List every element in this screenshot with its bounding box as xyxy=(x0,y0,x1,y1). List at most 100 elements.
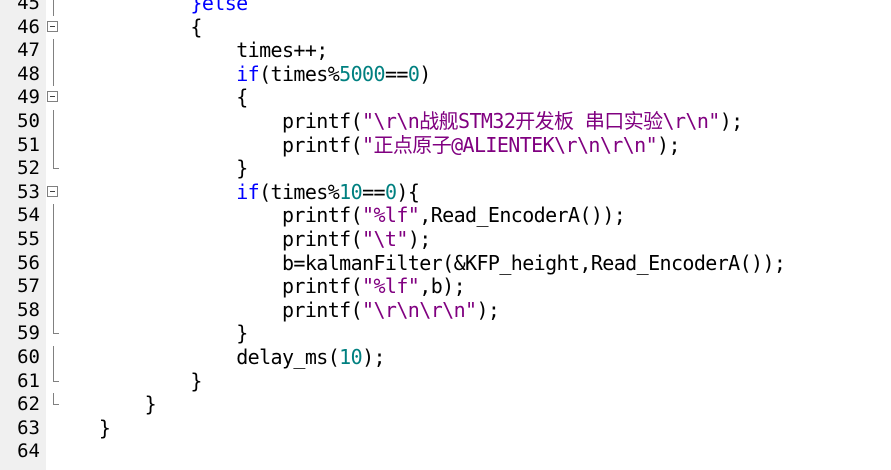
code-token: } xyxy=(144,392,157,417)
code-text[interactable]: printf("%lf",Read_EncoderA()); xyxy=(76,203,626,228)
code-line[interactable]: 55 printf("\t"); xyxy=(0,227,891,252)
fold-collapse-icon[interactable] xyxy=(47,185,58,197)
fold-end-marker xyxy=(53,333,59,335)
code-line[interactable]: 64 xyxy=(0,440,891,464)
code-token: printf( xyxy=(281,297,363,322)
fold-end-marker xyxy=(53,168,59,170)
line-number: 47 xyxy=(17,39,40,62)
string-token: "%lf" xyxy=(362,203,420,228)
line-number: 56 xyxy=(17,251,40,274)
fold-end-marker xyxy=(53,380,59,382)
code-token: { xyxy=(190,14,202,39)
fold-collapse-icon[interactable] xyxy=(47,20,58,32)
code-text[interactable]: printf("\r\n\r\n"); xyxy=(76,297,500,323)
code-text[interactable]: printf("正点原子@ALIENTEK\r\n\r\n"); xyxy=(76,132,681,158)
code-token: ); xyxy=(657,132,680,157)
code-line[interactable]: 47 times++; xyxy=(0,38,891,63)
code-line[interactable]: 50 printf("\r\n战舰STM32开发板 串口实验\r\n"); xyxy=(0,109,891,134)
keyword-token: if xyxy=(236,179,260,204)
code-text[interactable]: { xyxy=(76,86,248,110)
code-text[interactable]: { xyxy=(76,14,202,40)
code-line[interactable]: 49 { xyxy=(0,86,891,110)
code-text[interactable]: printf("\t"); xyxy=(76,227,431,252)
code-token: printf( xyxy=(281,132,363,157)
code-token: ); xyxy=(476,297,500,322)
code-text[interactable]: delay_ms(10); xyxy=(76,345,385,370)
code-line[interactable]: 51 printf("正点原子@ALIENTEK\r\n\r\n"); xyxy=(0,132,891,158)
code-text[interactable]: } xyxy=(76,322,248,346)
code-token: { xyxy=(236,85,248,110)
fold-guide-line xyxy=(53,62,54,87)
number-token: 10 xyxy=(339,179,363,204)
line-number: 52 xyxy=(17,157,40,180)
code-token: } xyxy=(236,321,248,346)
fold-guide-line xyxy=(53,275,54,299)
code-line[interactable]: 48 if(times%5000==0) xyxy=(0,61,891,87)
code-text[interactable]: } xyxy=(76,368,202,394)
code-line[interactable]: 56 b=kalmanFilter(&KFP_height,Read_Encod… xyxy=(0,251,891,276)
code-line[interactable]: 63 } xyxy=(0,416,891,441)
line-number: 45 xyxy=(17,0,40,14)
code-text[interactable]: printf("\r\n战舰STM32开发板 串口实验\r\n"); xyxy=(76,109,743,134)
code-text[interactable]: } xyxy=(76,392,157,417)
code-text[interactable]: if(times%5000==0) xyxy=(76,61,431,87)
code-line[interactable]: 54 printf("%lf",Read_EncoderA()); xyxy=(0,204,891,228)
code-text[interactable]: if(times%10==0){ xyxy=(76,179,420,205)
code-line[interactable]: 58 printf("\r\n\r\n"); xyxy=(0,297,891,323)
fold-guide-line xyxy=(53,133,54,158)
code-token: } xyxy=(236,156,248,181)
code-line[interactable]: 61 } xyxy=(0,368,891,394)
code-text[interactable]: }else xyxy=(76,0,248,16)
keyword-token: }else xyxy=(190,0,248,15)
code-token: printf( xyxy=(281,227,363,251)
line-number: 51 xyxy=(17,133,40,156)
code-token: ); xyxy=(719,109,743,133)
code-text[interactable]: b=kalmanFilter(&KFP_height,Read_EncoderA… xyxy=(76,251,786,276)
fold-guide-line xyxy=(53,251,54,276)
string-token: "%lf" xyxy=(362,274,420,299)
line-number: 61 xyxy=(17,369,40,392)
code-text[interactable]: printf("%lf",b); xyxy=(76,274,466,299)
line-number: 60 xyxy=(17,346,40,368)
line-number: 48 xyxy=(17,62,40,85)
code-line[interactable]: 62 } xyxy=(0,392,891,417)
fold-guide-line xyxy=(53,39,54,63)
number-token: 5000 xyxy=(339,61,385,86)
number-token: 0 xyxy=(384,179,397,204)
code-line[interactable]: 59 } xyxy=(0,322,891,346)
string-token: "正点原子@ALIENTEK\r\n\r\n" xyxy=(362,132,658,157)
fold-guide-line xyxy=(53,228,54,252)
string-token: "\r\n\r\n" xyxy=(362,297,477,322)
fold-guide-line xyxy=(53,346,54,370)
line-number: 53 xyxy=(17,180,40,203)
code-line[interactable]: 45 }else xyxy=(0,0,891,16)
code-line[interactable]: 60 delay_ms(10); xyxy=(0,345,891,370)
code-line[interactable]: 52 } xyxy=(0,156,891,181)
code-text[interactable]: } xyxy=(76,416,111,441)
code-editor[interactable]: 45 }else 46 {47 times++; 48 if(times%5000=… xyxy=(0,0,891,470)
code-line[interactable]: 53 if(times%10==0){ xyxy=(0,179,891,205)
line-number: 57 xyxy=(17,275,40,298)
fold-guide-line xyxy=(53,298,54,323)
string-token: "\r\n战舰STM32开发板 串口实验\r\n" xyxy=(362,109,720,133)
code-token: ){ xyxy=(396,179,420,204)
code-text[interactable]: times++; xyxy=(76,38,328,63)
code-line[interactable]: 57 printf("%lf",b); xyxy=(0,274,891,299)
code-text[interactable]: } xyxy=(76,156,248,181)
code-line[interactable]: 46 { xyxy=(0,14,891,40)
code-token: } xyxy=(190,368,202,393)
code-token: delay_ms( xyxy=(236,345,340,369)
line-number: 59 xyxy=(17,322,40,345)
fold-collapse-icon[interactable] xyxy=(47,91,58,103)
code-token: printf( xyxy=(281,109,363,133)
line-number: 46 xyxy=(17,15,40,38)
